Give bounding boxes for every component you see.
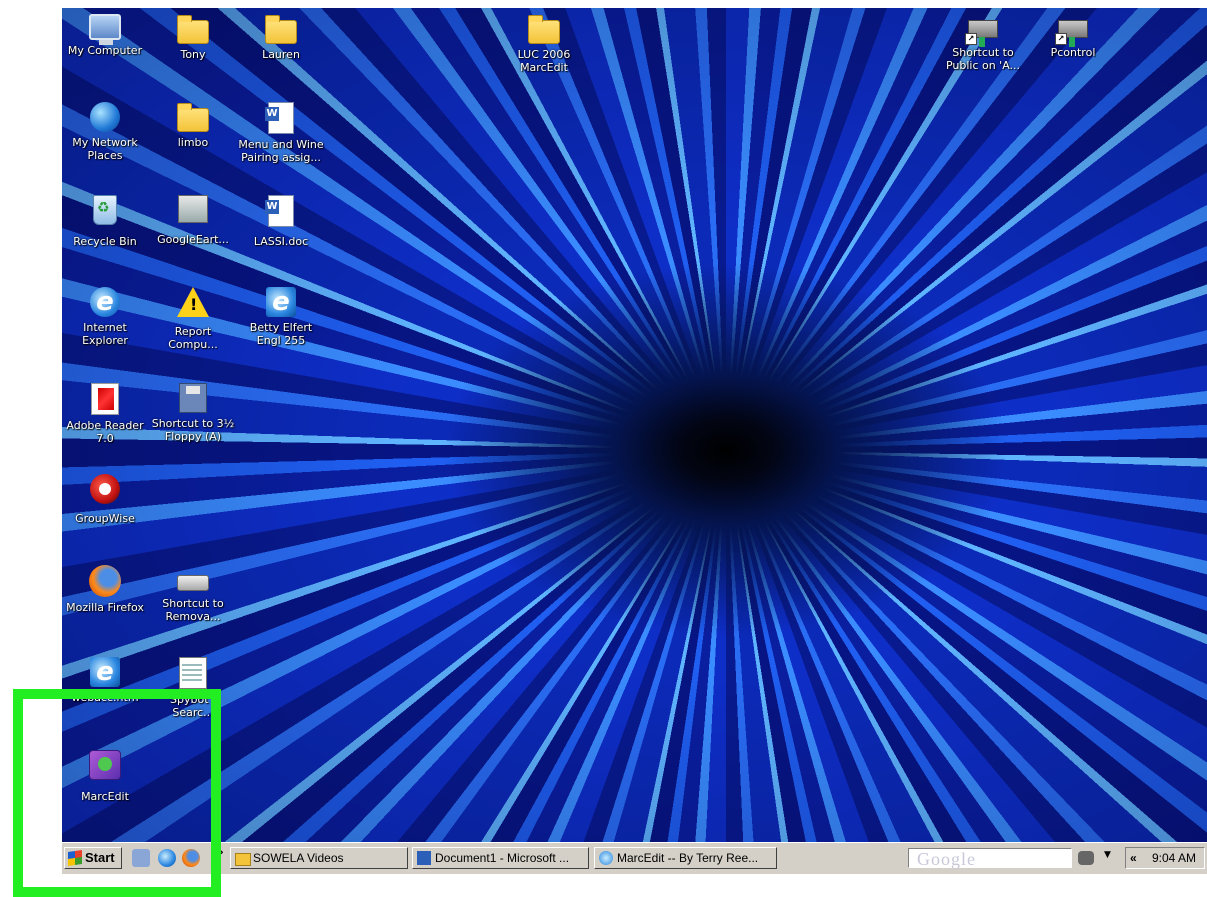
- icon-label: GroupWise: [75, 512, 135, 525]
- folder-icon: [177, 103, 209, 132]
- desktop-icon-googleearth[interactable]: GoogleEart...: [148, 195, 238, 246]
- desktop-icon-recycle-bin[interactable]: Recycle Bin: [60, 195, 150, 248]
- highlight-box: [13, 689, 221, 897]
- internet-explorer-icon: e: [90, 287, 120, 317]
- taskbar-button-document1[interactable]: Document1 - Microsoft ...: [412, 847, 589, 869]
- icon-label: LASSI.doc: [253, 235, 309, 248]
- icon-label: Internet Explorer: [82, 321, 128, 347]
- search-dropdown-arrow-icon[interactable]: ▼: [1104, 850, 1111, 860]
- icon-label: Betty Elfert Engl 255: [249, 321, 313, 347]
- word-document-icon: [417, 851, 431, 865]
- desktop-icon-pcontrol[interactable]: ↗ Pcontrol: [1028, 14, 1118, 59]
- desktop-icon-menu-wine[interactable]: Menu and Wine Pairing assig...: [236, 102, 326, 164]
- icon-label: Shortcut to Public on 'A...: [945, 46, 1021, 72]
- icon-label: Report Compu...: [168, 325, 218, 351]
- recycle-bin-icon: [93, 195, 117, 225]
- icon-label: GoogleEart...: [157, 233, 229, 246]
- icon-label: Tony: [180, 48, 206, 61]
- desktop-icon-betty-elfert[interactable]: e Betty Elfert Engl 255: [236, 287, 326, 347]
- desktop-icon-removable[interactable]: Shortcut to Remova...: [148, 565, 238, 623]
- icon-label: LUC 2006 MarcEdit: [517, 48, 571, 74]
- network-icon: ↗: [1055, 20, 1088, 47]
- word-document-icon: [265, 102, 294, 134]
- task-label: Document1 - Microsoft ...: [435, 851, 570, 865]
- warning-icon: [177, 287, 209, 317]
- folder-icon: [528, 15, 560, 44]
- icon-label: Mozilla Firefox: [66, 601, 144, 614]
- taskbar: Start » SOWELA Videos Document1 - Micros…: [62, 842, 1207, 874]
- icon-label: Recycle Bin: [73, 235, 137, 248]
- icon-label: My Computer: [67, 44, 143, 57]
- computer-icon: [89, 14, 121, 45]
- desktop-icon-groupwise[interactable]: GroupWise: [60, 474, 150, 525]
- icon-label: Lauren: [262, 48, 300, 61]
- spybot-icon: [179, 657, 207, 689]
- desktop-icon-lassi[interactable]: LASSI.doc: [236, 195, 326, 248]
- network-drive-icon: ↗: [965, 20, 998, 47]
- groupwise-icon: [90, 474, 120, 504]
- network-places-icon: [90, 102, 120, 132]
- web-page-icon: e: [266, 287, 296, 317]
- google-search-box[interactable]: Google: [908, 848, 1072, 869]
- desktop-icon-my-network-places[interactable]: My Network Places: [60, 102, 150, 162]
- icon-label: limbo: [177, 136, 209, 149]
- folder-icon: [177, 15, 209, 44]
- desktop-icon-firefox[interactable]: Mozilla Firefox: [60, 565, 150, 614]
- floppy-icon: [179, 383, 207, 413]
- internet-explorer-icon: [599, 851, 613, 865]
- desktop-icon-my-computer[interactable]: My Computer: [60, 14, 150, 57]
- folder-icon: [265, 15, 297, 44]
- desktop-icon-adobe-reader[interactable]: Adobe Reader 7.0: [60, 383, 150, 445]
- icon-label: Shortcut to Remova...: [162, 597, 224, 623]
- desktop-icon-floppy[interactable]: Shortcut to 3½ Floppy (A): [148, 383, 238, 443]
- binoculars-search-icon[interactable]: [1078, 851, 1094, 865]
- desktop-icon-internet-explorer[interactable]: e Internet Explorer: [60, 287, 150, 347]
- adobe-reader-icon: [91, 383, 119, 415]
- firefox-icon: [89, 565, 121, 597]
- system-tray: « 9:04 AM: [1125, 847, 1205, 869]
- tray-expand-chevron[interactable]: «: [1130, 848, 1137, 868]
- icon-label: Adobe Reader 7.0: [66, 419, 144, 445]
- word-document-icon: [265, 195, 294, 227]
- task-label: SOWELA Videos: [253, 851, 344, 865]
- folder-icon: [235, 853, 251, 866]
- icon-label: Pcontrol: [1050, 46, 1096, 59]
- desktop-icon-tony[interactable]: Tony: [148, 14, 238, 61]
- icon-label: My Network Places: [72, 136, 138, 162]
- icon-label: Menu and Wine Pairing assig...: [238, 138, 324, 164]
- desktop-icon-limbo[interactable]: limbo: [148, 102, 238, 149]
- icon-label: Shortcut to 3½ Floppy (A): [151, 417, 235, 443]
- taskbar-button-sowela-videos[interactable]: SOWELA Videos: [230, 847, 408, 869]
- desktop-icon-report-compu[interactable]: Report Compu...: [148, 287, 238, 351]
- google-earth-icon: [178, 195, 208, 223]
- web-page-icon: e: [90, 657, 120, 687]
- taskbar-button-marcedit[interactable]: MarcEdit -- By Terry Ree...: [594, 847, 777, 869]
- task-label: MarcEdit -- By Terry Ree...: [617, 851, 759, 865]
- desktop-icon-shortcut-public[interactable]: ↗ Shortcut to Public on 'A...: [938, 14, 1028, 72]
- desktop-icon-lauren[interactable]: Lauren: [236, 14, 326, 61]
- removable-drive-icon: [177, 575, 209, 591]
- clock[interactable]: 9:04 AM: [1152, 848, 1196, 868]
- desktop-icon-luc-2006[interactable]: LUC 2006 MarcEdit: [499, 14, 589, 74]
